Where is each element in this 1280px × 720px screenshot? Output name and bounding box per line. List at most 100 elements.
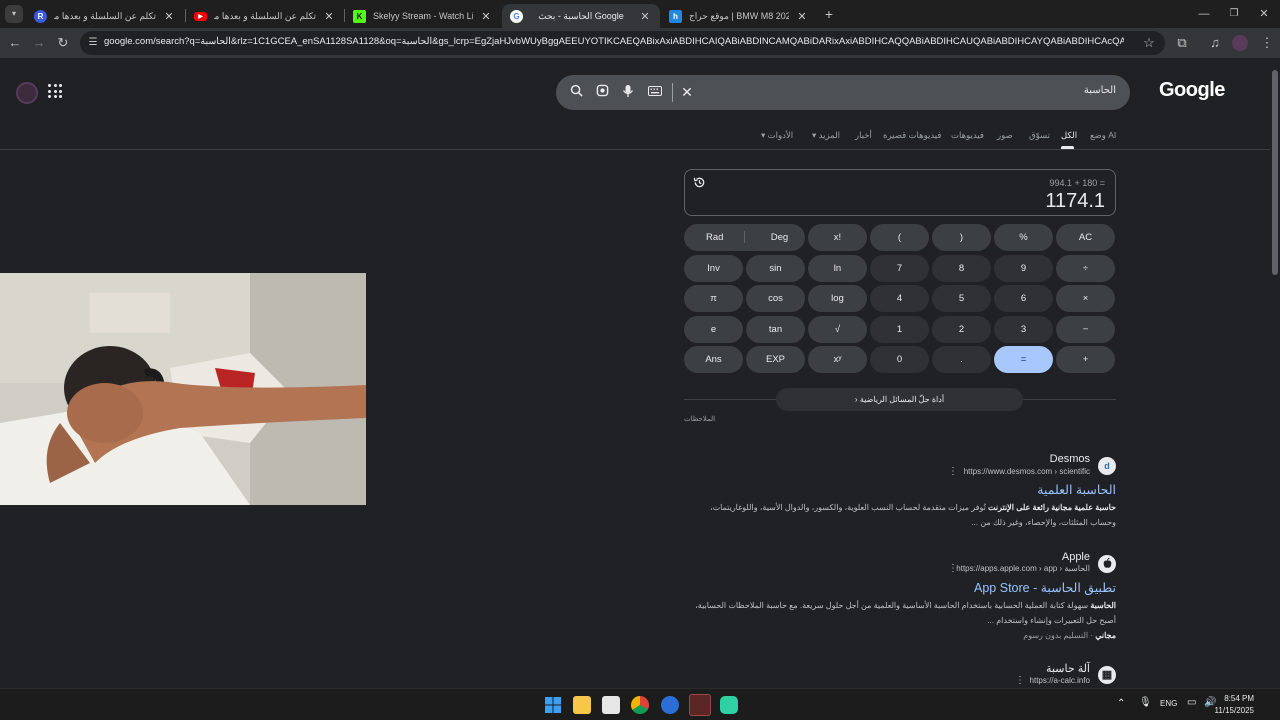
- address-bar[interactable]: ☰ google.com/search?q=الحاسبة&rlz=1C1GCE…: [80, 31, 1165, 55]
- url-text[interactable]: google.com/search?q=الحاسبة&rlz=1C1GCEA_…: [104, 36, 1124, 47]
- tab-4-active[interactable]: G الحاسبة - بحث Google ✕: [502, 4, 660, 28]
- ln-key[interactable]: ln: [808, 255, 867, 282]
- microphone-icon[interactable]: [620, 84, 636, 100]
- streaming-app-icon[interactable]: [720, 696, 738, 714]
- tab-short-videos[interactable]: فيديوهات قصيرة: [883, 130, 941, 141]
- tab-1[interactable]: R تكلم عن السلسلة و بعدها مقطع ✕: [26, 4, 184, 28]
- search-box[interactable]: ✕ الحاسبة: [556, 75, 1130, 110]
- ans-key[interactable]: Ans: [684, 346, 743, 373]
- add-key[interactable]: +: [1056, 346, 1115, 373]
- cos-key[interactable]: cos: [746, 285, 805, 312]
- result-url[interactable]: https://apps.apple.com › app › الحاسبة: [956, 564, 1090, 573]
- equals-key[interactable]: =: [994, 346, 1053, 373]
- tab-all[interactable]: الكل: [1061, 130, 1077, 141]
- minimize-icon[interactable]: —: [1195, 5, 1213, 23]
- account-avatar[interactable]: [16, 82, 38, 104]
- search-icon[interactable]: [568, 84, 584, 100]
- digit-4-key[interactable]: 4: [870, 285, 929, 312]
- bookmark-star-icon[interactable]: ☆: [1140, 34, 1158, 52]
- microphone-icon[interactable]: 🎙: [1139, 697, 1152, 708]
- media-controls-icon[interactable]: ♫: [1206, 34, 1224, 52]
- scrollbar-thumb[interactable]: [1272, 70, 1278, 275]
- percent-key[interactable]: %: [994, 224, 1053, 251]
- log-key[interactable]: log: [808, 285, 867, 312]
- sqrt-key[interactable]: √: [808, 316, 867, 343]
- tab-ai-mode[interactable]: وضع AI: [1090, 130, 1116, 141]
- digit-9-key[interactable]: 9: [994, 255, 1053, 282]
- site-info-icon[interactable]: ☰: [84, 34, 102, 52]
- tab-more[interactable]: ▾ المزيد: [812, 130, 840, 141]
- google-logo[interactable]: Google: [1159, 79, 1225, 102]
- keyboard-icon[interactable]: [647, 84, 663, 100]
- chrome-icon[interactable]: [631, 696, 649, 714]
- profile-avatar[interactable]: [1232, 35, 1248, 51]
- forward-icon[interactable]: →: [30, 34, 48, 52]
- result-site-name[interactable]: Apple: [1062, 551, 1090, 563]
- page-scrollbar[interactable]: [1270, 58, 1280, 688]
- browser-menu-icon[interactable]: ⋮: [1258, 34, 1276, 52]
- tab-search-chevron-icon[interactable]: ▾: [5, 5, 23, 23]
- pi-key[interactable]: π: [684, 285, 743, 312]
- capcut-icon[interactable]: [689, 694, 711, 716]
- close-tab-icon[interactable]: ✕: [162, 10, 176, 23]
- result-title-link[interactable]: الحاسبة العلمية: [1037, 482, 1116, 497]
- digit-0-key[interactable]: 0: [870, 346, 929, 373]
- file-explorer-icon[interactable]: [573, 696, 591, 714]
- close-window-icon[interactable]: ✕: [1255, 5, 1273, 23]
- back-icon[interactable]: ←: [6, 34, 24, 52]
- close-tab-icon[interactable]: ✕: [322, 10, 336, 23]
- tab-images[interactable]: صور: [997, 130, 1013, 141]
- digit-1-key[interactable]: 1: [870, 316, 929, 343]
- history-icon[interactable]: [693, 176, 706, 192]
- multiply-key[interactable]: ×: [1056, 285, 1115, 312]
- reload-icon[interactable]: ↻: [54, 34, 72, 52]
- sin-key[interactable]: sin: [746, 255, 805, 282]
- search-query[interactable]: الحاسبة: [1084, 85, 1116, 96]
- more-options-icon[interactable]: ⋮: [948, 466, 958, 477]
- more-options-icon[interactable]: ⋮: [948, 563, 958, 574]
- result-site-name[interactable]: Desmos: [1050, 453, 1090, 465]
- digit-5-key[interactable]: 5: [932, 285, 991, 312]
- tab-news[interactable]: أخبار: [855, 130, 872, 141]
- google-apps-icon[interactable]: [48, 84, 62, 98]
- clear-search-icon[interactable]: ✕: [679, 84, 695, 100]
- tan-key[interactable]: tan: [746, 316, 805, 343]
- chevron-up-icon[interactable]: ⌃: [1117, 698, 1125, 709]
- result-site-name[interactable]: آلة حاسبة: [1046, 662, 1090, 675]
- factorial-key[interactable]: x!: [808, 224, 867, 251]
- windows-start-icon[interactable]: [544, 696, 562, 714]
- language-indicator[interactable]: ENG: [1160, 699, 1177, 708]
- clock-time[interactable]: 8:54 PM: [1224, 694, 1254, 703]
- digit-6-key[interactable]: 6: [994, 285, 1053, 312]
- tab-videos[interactable]: فيديوهات: [951, 130, 984, 141]
- exp-key[interactable]: EXP: [746, 346, 805, 373]
- tab-5[interactable]: h موقع حراج | BMW M8 2020 ✕: [661, 4, 817, 28]
- inverse-key[interactable]: Inv: [684, 255, 743, 282]
- digit-8-key[interactable]: 8: [932, 255, 991, 282]
- digit-7-key[interactable]: 7: [870, 255, 929, 282]
- close-tab-icon[interactable]: ✕: [479, 10, 493, 23]
- more-options-icon[interactable]: ⋮: [1015, 675, 1025, 686]
- tab-3[interactable]: K Skelyy Stream - Watch Live on ✕: [345, 4, 501, 28]
- microsoft-store-icon[interactable]: [602, 696, 620, 714]
- feedback-link[interactable]: الملاحظات: [684, 415, 715, 423]
- extensions-icon[interactable]: ⧉: [1173, 34, 1191, 52]
- tab-tools[interactable]: ▾ الأدوات: [761, 130, 793, 141]
- clock-date[interactable]: 11/15/2025: [1215, 706, 1254, 715]
- tab-2[interactable]: ▶ تكلم عن السلسلة و بعدها مقطع ✕: [186, 4, 344, 28]
- power-key[interactable]: xʸ: [808, 346, 867, 373]
- divide-key[interactable]: ÷: [1056, 255, 1115, 282]
- digit-2-key[interactable]: 2: [932, 316, 991, 343]
- close-tab-icon[interactable]: ✕: [795, 10, 809, 23]
- all-clear-key[interactable]: AC: [1056, 224, 1115, 251]
- digit-3-key[interactable]: 3: [994, 316, 1053, 343]
- decimal-key[interactable]: .: [932, 346, 991, 373]
- result-url[interactable]: https://a-calc.info: [1030, 676, 1090, 685]
- network-icon[interactable]: ▭: [1187, 697, 1196, 708]
- open-paren-key[interactable]: (: [870, 224, 929, 251]
- app-icon[interactable]: [661, 696, 679, 714]
- e-key[interactable]: e: [684, 316, 743, 343]
- restore-icon[interactable]: ❐: [1225, 5, 1243, 23]
- math-solver-button[interactable]: › أداة حلّ المسائل الرياضية: [776, 388, 1023, 411]
- deg-key[interactable]: Deg: [750, 224, 809, 251]
